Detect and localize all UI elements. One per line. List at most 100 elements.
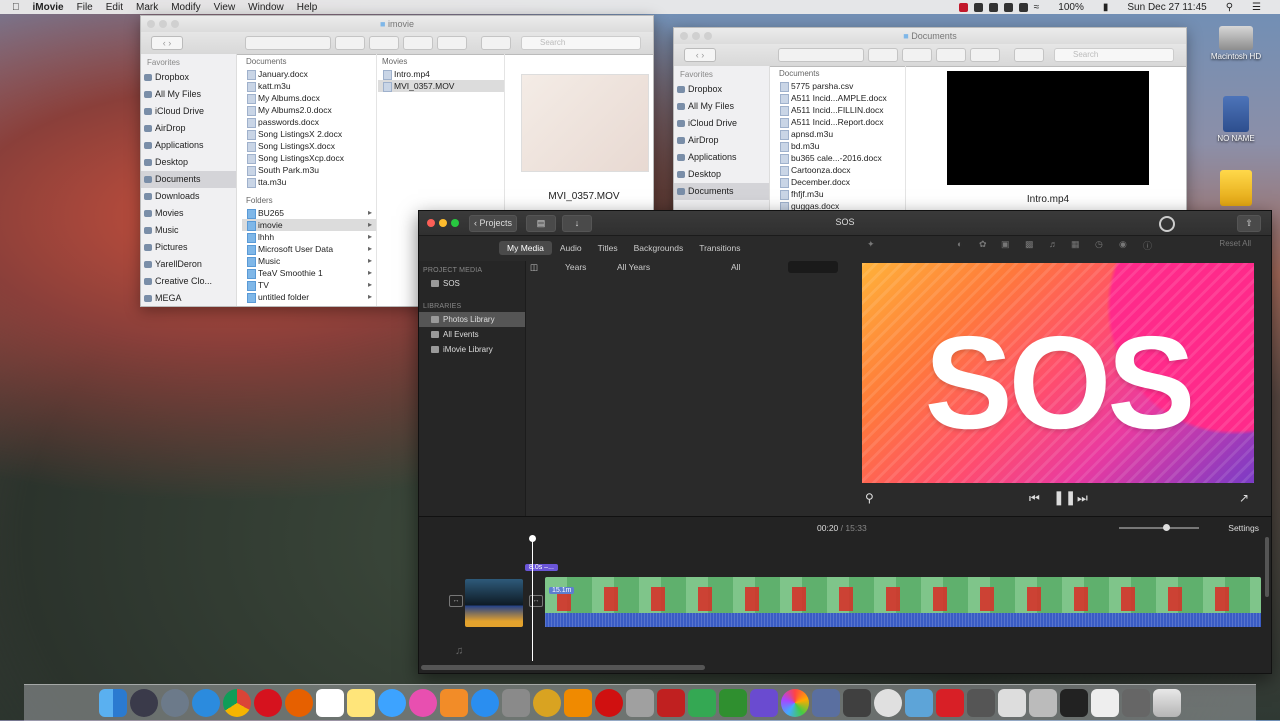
dock-app-icon[interactable] [688,689,716,717]
file-row[interactable]: A511 Incid...AMPLE.docx [775,92,905,104]
dock-itunes-icon[interactable] [409,689,437,717]
back-forward-buttons[interactable]: ‹ › [151,36,183,50]
file-row[interactable]: apnsd.m3u [775,128,905,140]
search-input[interactable]: Search [1054,48,1174,62]
timeline-settings-button[interactable]: Settings [1228,523,1259,533]
dock-app-icon[interactable] [812,689,840,717]
dock-stack-icon[interactable] [1029,689,1057,717]
tags-button[interactable] [970,48,1000,62]
dock-stack-icon[interactable] [998,689,1026,717]
sidebar-item-music[interactable]: Music [141,222,236,239]
magic-wand-icon[interactable]: ✦ [867,239,875,250]
file-row[interactable]: katt.m3u [242,80,376,92]
file-row-selected[interactable]: MVI_0357.MOV [378,80,504,92]
project-item-sos[interactable]: SOS [419,276,525,291]
share-button[interactable] [403,36,433,50]
zoom-button[interactable] [171,20,179,28]
dock-ibooks-icon[interactable] [440,689,468,717]
dock-app-icon[interactable] [843,689,871,717]
dock-stack-icon[interactable] [1091,689,1119,717]
imovie-title-bar[interactable]: ‹ Projects ▤ ↓ SOS ⇧ [419,211,1271,236]
sidebar-item-downloads[interactable]: Downloads [141,188,236,205]
dropbox-button[interactable] [1014,48,1044,62]
intro-clip[interactable] [465,579,523,627]
sidebar-item-desktop[interactable]: Desktop [674,166,769,183]
dock-app-store-icon[interactable] [471,689,499,717]
filter-icon[interactable]: ◉ [1119,239,1127,250]
microphone-icon[interactable]: ⚲ [865,491,874,505]
tab-backgrounds[interactable]: Backgrounds [626,241,692,255]
sidebar-item-dropbox[interactable]: Dropbox [674,81,769,98]
file-row[interactable]: Song ListingsX 2.docx [242,128,376,140]
folder-row[interactable]: BU265 [242,207,376,219]
sidebar-item-all-my-files[interactable]: All My Files [674,98,769,115]
speed-icon[interactable]: ◷ [1095,239,1103,250]
clock[interactable]: Sun Dec 27 11:45 [1127,2,1206,13]
desktop-icon-macintosh-hd[interactable]: Macintosh HD [1201,20,1271,61]
minimize-button[interactable] [692,32,700,40]
dock-safari-icon[interactable] [192,689,220,717]
dock-system-preferences-icon[interactable] [502,689,530,717]
zoom-slider[interactable] [1119,524,1199,531]
dock-imovie-icon[interactable] [750,689,778,717]
file-row[interactable]: tta.m3u [242,176,376,188]
dock-app-icon[interactable] [595,689,623,717]
minimize-button[interactable] [439,219,447,227]
menu-mark[interactable]: Mark [136,2,158,13]
sidebar-item-applications[interactable]: Applications [674,149,769,166]
dock-siri-icon[interactable] [130,689,158,717]
sidebar-item-applications[interactable]: Applications [141,137,236,154]
status-icon[interactable] [973,2,983,12]
playhead[interactable] [529,535,536,661]
pause-icon[interactable]: ❚❚ [1053,489,1076,506]
apple-icon[interactable]:  [12,2,20,13]
back-forward-buttons[interactable]: ‹ › [684,48,716,62]
zoom-slider-knob[interactable] [1163,524,1170,531]
share-button[interactable] [936,48,966,62]
folder-row[interactable]: lhhh [242,231,376,243]
sidebar-item-airdrop[interactable]: AirDrop [141,120,236,137]
main-video-clip[interactable] [545,577,1261,627]
folder-row[interactable]: TeaV Smoothie 1 [242,267,376,279]
media-search-input[interactable] [788,261,838,273]
sidebar-toggle-icon[interactable]: ◫ [530,262,538,273]
sidebar-item-all-my-files[interactable]: All My Files [141,86,236,103]
search-input[interactable]: Search [521,36,641,50]
status-icon[interactable] [1003,2,1013,12]
file-row[interactable]: Song ListingsX.docx [242,140,376,152]
tab-my-media[interactable]: My Media [499,241,552,255]
dock-app-icon[interactable] [626,689,654,717]
sidebar-item-icloud-drive[interactable]: iCloud Drive [141,103,236,120]
close-button[interactable] [427,219,435,227]
tab-audio[interactable]: Audio [552,241,590,255]
file-row[interactable]: A511 Incid...FILLIN.docx [775,104,905,116]
arrange-button[interactable] [868,48,898,62]
file-row[interactable]: Intro.mp4 [378,68,504,80]
years-filter[interactable]: Years [565,262,586,272]
tab-titles[interactable]: Titles [590,241,626,255]
info-icon[interactable]: ⓘ [1143,239,1152,252]
dock-stack-icon[interactable] [1122,689,1150,717]
import-button[interactable]: ↓ [562,215,592,232]
menu-help[interactable]: Help [297,2,318,13]
menu-edit[interactable]: Edit [106,2,123,13]
dock-trash-icon[interactable] [1153,689,1181,717]
file-row[interactable]: My Albums2.0.docx [242,104,376,116]
file-row[interactable]: January.docx [242,68,376,80]
file-row[interactable]: December.docx [775,176,905,188]
desktop-icon-no-name[interactable]: NO NAME [1201,96,1271,143]
menu-file[interactable]: File [77,2,93,13]
dock-app-icon[interactable] [874,689,902,717]
file-row[interactable]: South Park.m3u [242,164,376,176]
projects-button[interactable]: ‹ Projects [469,215,517,232]
close-button[interactable] [147,20,155,28]
status-icon[interactable] [958,2,968,12]
timeline-scrollbar[interactable] [421,665,705,670]
timeline[interactable]: 00:20 / 15:33 Settings ↔ ↔ 15.1m 8.0s –.… [419,516,1271,673]
dock-app-icon[interactable] [905,689,933,717]
sidebar-item-movies[interactable]: Movies [141,205,236,222]
dock-launchpad-icon[interactable] [161,689,189,717]
sidebar-item-icloud-drive[interactable]: iCloud Drive [674,115,769,132]
menu-view[interactable]: View [214,2,236,13]
crop-icon[interactable]: ▣ [1001,239,1010,250]
